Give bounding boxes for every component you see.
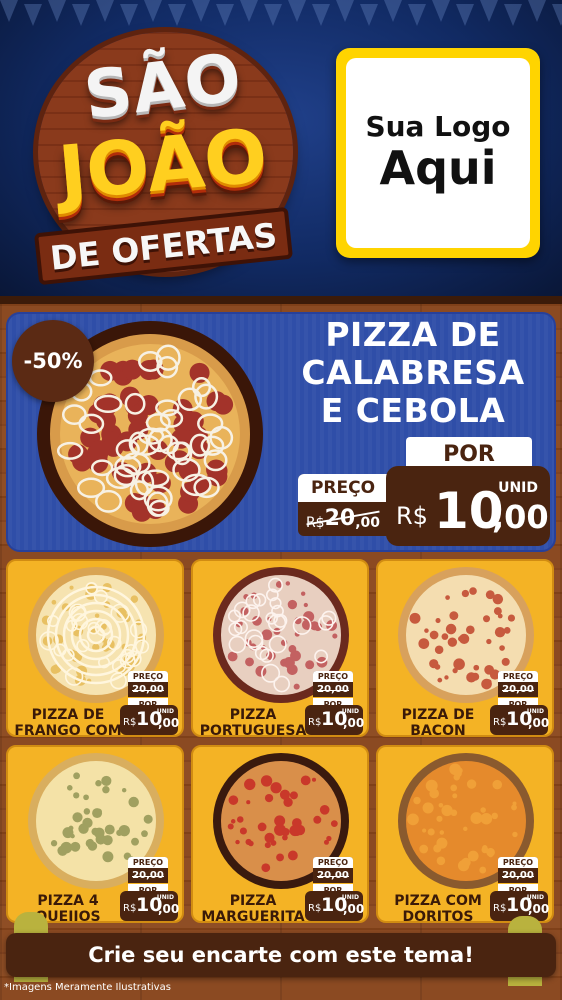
product-card[interactable]: PIZZA PORTUGUESA PREÇO 20,00 POR UNID R$ 10,00 — [191, 559, 369, 737]
product-price-dec: ,00 — [158, 902, 180, 916]
flag — [288, 0, 306, 22]
featured-unid-label: UNID — [498, 480, 538, 496]
flag — [0, 0, 18, 22]
product-new-price: UNID R$ 10,00 — [120, 891, 180, 921]
flag — [504, 4, 522, 26]
flag — [528, 0, 546, 22]
product-old-price: PREÇO 20,00 — [498, 671, 538, 697]
featured-price-dec: ,00 — [492, 498, 549, 536]
disclaimer-text: *Imagens Meramente Ilustrativas — [4, 982, 171, 993]
product-preco-label: PREÇO — [128, 857, 168, 868]
product-preco-label: PREÇO — [498, 671, 538, 682]
product-card[interactable]: PIZZA DE BACON PREÇO 20,00 POR UNID R$ 10,00 — [376, 559, 554, 737]
product-name: PIZZA PORTUGUESA — [199, 707, 307, 737]
product-new-price: UNID R$ 10,00 — [490, 705, 550, 735]
product-new-price: UNID R$ 10,00 — [305, 891, 365, 921]
flag — [408, 4, 426, 26]
product-old-price: PREÇO 20,00 — [313, 857, 353, 883]
product-currency: R$ — [123, 903, 137, 914]
product-name: PIZZA COM DORITOS — [394, 893, 482, 923]
flag — [384, 0, 402, 22]
logo-text-line1: Sua Logo — [365, 110, 511, 144]
flag — [432, 0, 450, 22]
product-price-dec: ,00 — [343, 902, 365, 916]
flag — [192, 0, 210, 22]
product-preco-label: PREÇO — [498, 857, 538, 868]
product-currency: R$ — [308, 903, 322, 914]
flag — [480, 0, 498, 22]
product-price-dec: ,00 — [343, 716, 365, 730]
logo-inner: Sua Logo Aqui — [346, 58, 530, 248]
flag — [240, 0, 258, 22]
product-old-price-value: 20,00 — [313, 682, 353, 697]
featured-old-price: PREÇO R$ 20 ,00 — [298, 474, 388, 536]
product-name: PIZZA MARGUERITA — [201, 893, 305, 923]
featured-old-price-value: R$ 20 ,00 — [298, 504, 388, 534]
product-old-price-value: 20,00 — [498, 868, 538, 883]
product-preco-label: PREÇO — [128, 671, 168, 682]
product-preco-label: PREÇO — [313, 857, 353, 868]
product-currency: R$ — [308, 717, 322, 728]
product-new-price: UNID R$ 10,00 — [305, 705, 365, 735]
flag — [96, 0, 114, 22]
featured-new-price: UNID R$ 10 ,00 — [386, 466, 550, 546]
old-price-strike — [132, 875, 164, 877]
wood-top-border — [0, 296, 562, 304]
product-currency: R$ — [123, 717, 137, 728]
product-preco-label: PREÇO — [313, 671, 353, 682]
product-old-price-value: 20,00 — [128, 682, 168, 697]
old-price-dec: ,00 — [355, 515, 381, 531]
cta-banner[interactable]: Crie seu encarte com este tema! — [6, 933, 556, 977]
product-currency: R$ — [493, 903, 507, 914]
flag — [312, 4, 330, 26]
sao-joao-title-badge: SÃO JOÃO DE OFERTAS — [18, 22, 308, 286]
old-price-strike — [502, 689, 534, 691]
product-name: PIZZA DE BACON — [401, 707, 475, 737]
product-card[interactable]: PIZZA DE FRANGO COM CATUPIRYPREÇO20,00PO… — [6, 559, 184, 737]
featured-product-name: PIZZA DE CALABRESA E CEBOLA — [301, 315, 525, 430]
old-price-strike — [317, 875, 349, 877]
flag — [552, 4, 562, 26]
flag — [456, 4, 474, 26]
product-price-dec: ,00 — [528, 716, 550, 730]
logo-text-line2: Aqui — [379, 141, 497, 196]
product-old-price-value: 20,00 — [498, 682, 538, 697]
product-card[interactable]: PIZZA COM DORITOS PREÇO 20,00 POR UNID R$ 10,0… — [376, 745, 554, 923]
product-card[interactable]: PIZZA MARGUERITA PREÇO 20,00 POR UNID R$ 10,00 — [191, 745, 369, 923]
flag — [336, 0, 354, 22]
product-price-dec: ,00 — [158, 716, 180, 730]
product-currency: R$ — [493, 717, 507, 728]
product-old-price: PREÇO 20,00 — [128, 857, 168, 883]
product-old-price: PREÇO 20,00 — [128, 671, 168, 697]
old-price-strike — [502, 875, 534, 877]
discount-badge: -50% — [12, 320, 94, 402]
flag — [144, 0, 162, 22]
product-price-dec: ,00 — [528, 902, 550, 916]
flag — [48, 0, 66, 22]
product-name: PIZZA DE FRANGO COM CATUPIRY — [14, 707, 122, 737]
product-old-price-value: 20,00 — [313, 868, 353, 883]
logo-placeholder[interactable]: Sua Logo Aqui — [336, 48, 540, 258]
product-card[interactable]: PIZZA 4 QUEIJOS PREÇO 20,00 POR UNID R$ 10,00 — [6, 745, 184, 923]
old-price-strike — [317, 689, 349, 691]
product-old-price-value: 20,00 — [128, 868, 168, 883]
featured-currency: R$ — [396, 502, 428, 530]
product-old-price: PREÇO 20,00 — [313, 671, 353, 697]
old-price-strike — [132, 689, 164, 691]
featured-preco-label: PREÇO — [298, 474, 388, 502]
flag — [360, 4, 378, 26]
product-new-price: UNID R$ 10,00 — [120, 705, 180, 735]
product-old-price: PREÇO 20,00 — [498, 857, 538, 883]
